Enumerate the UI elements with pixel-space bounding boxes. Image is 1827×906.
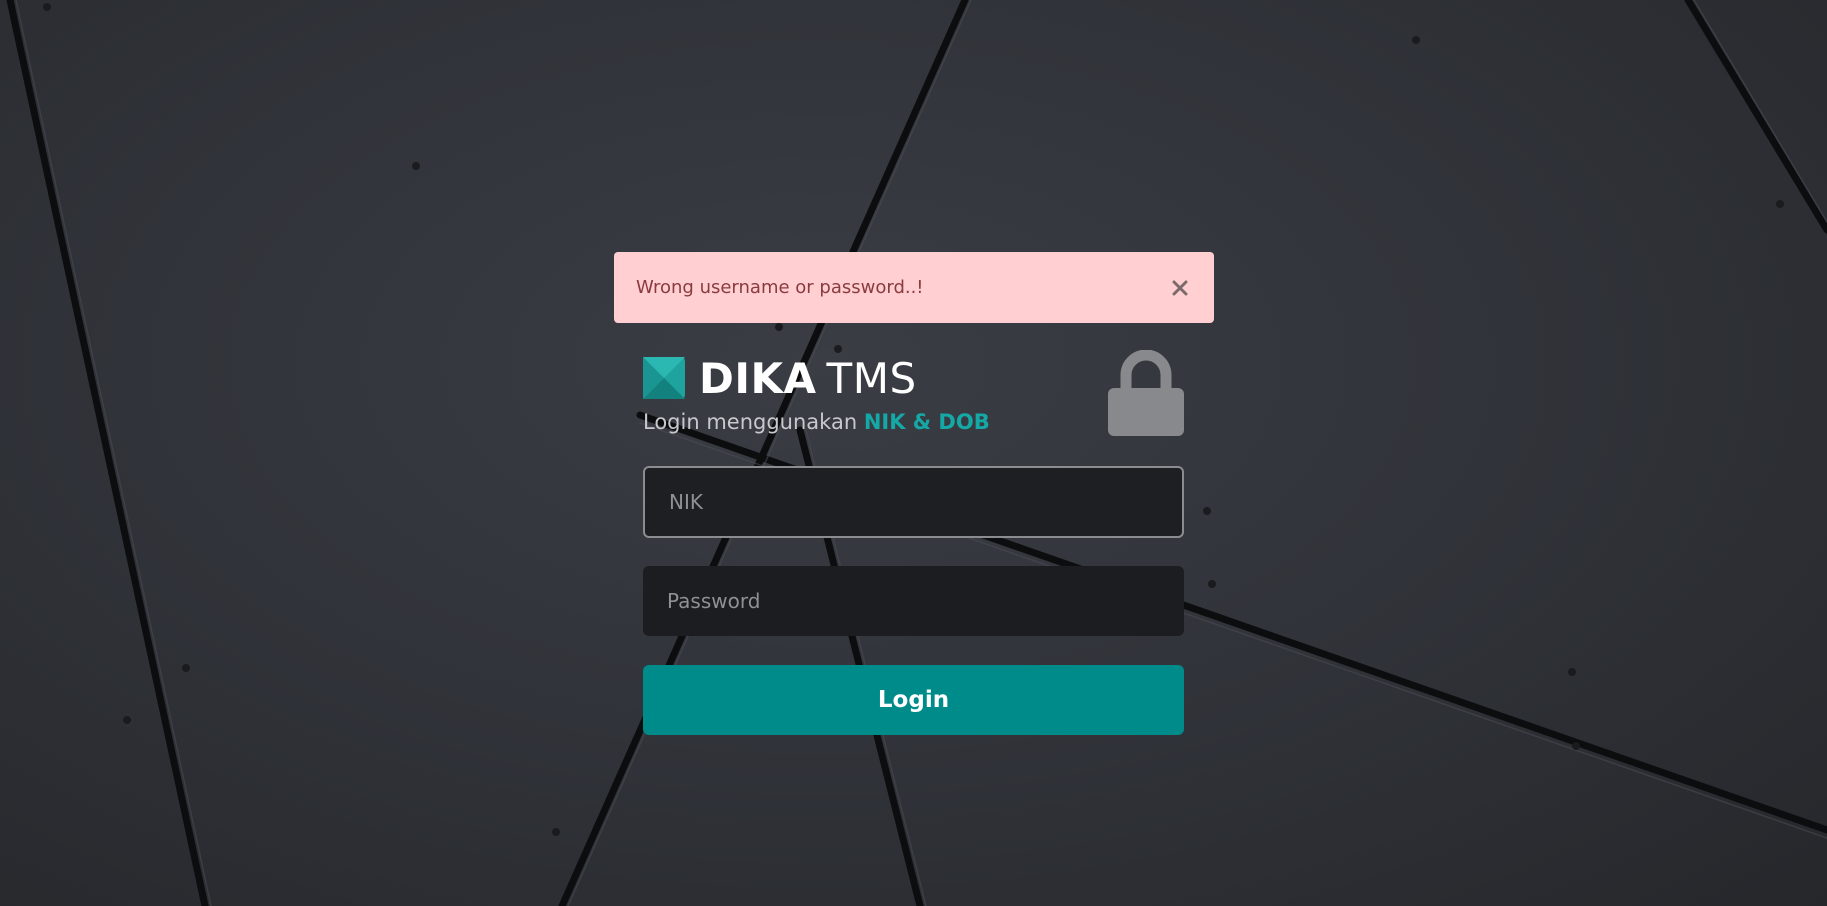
login-panel: DIKA TMS Login menggunakan NIK & DOB Log… <box>643 350 1184 735</box>
close-icon[interactable] <box>1168 276 1192 300</box>
password-input[interactable] <box>643 566 1184 636</box>
brand: DIKA TMS <box>643 353 1184 403</box>
login-subtitle: Login menggunakan NIK & DOB <box>643 410 1184 434</box>
nik-input[interactable] <box>643 466 1184 538</box>
error-alert: Wrong username or password..! <box>614 252 1214 323</box>
subtitle-highlight: NIK & DOB <box>863 410 990 434</box>
background-pattern <box>6 0 1827 906</box>
subtitle-prefix: Login menggunakan <box>643 410 858 434</box>
brand-name-strong: DIKA <box>699 353 817 403</box>
alert-message: Wrong username or password..! <box>636 277 924 298</box>
login-button[interactable]: Login <box>643 665 1184 735</box>
brand-name-light: TMS <box>826 353 917 403</box>
dika-logo-icon <box>643 357 685 399</box>
lock-icon <box>1108 350 1184 436</box>
